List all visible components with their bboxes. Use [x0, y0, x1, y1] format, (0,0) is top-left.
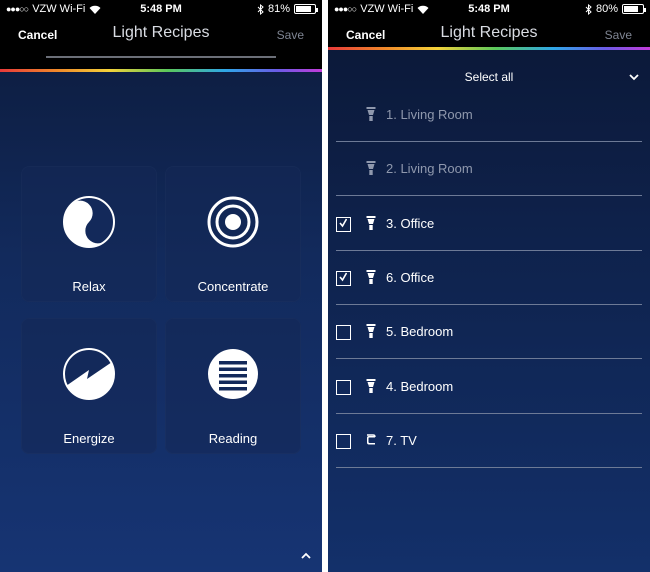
- signal-dots-icon: ●●●○○: [6, 4, 29, 14]
- horizontal-lines-icon: [208, 349, 258, 399]
- recipe-label: Relax: [72, 279, 106, 294]
- wifi-icon: [417, 5, 429, 14]
- recipe-label: Concentrate: [197, 279, 269, 294]
- bluetooth-icon: [257, 3, 264, 15]
- light-row[interactable]: 6. Office: [328, 251, 650, 305]
- status-bar: ●●●○○ VZW Wi-Fi 5:48 PM 81%: [0, 0, 322, 18]
- light-row[interactable]: 7. TV: [328, 414, 650, 468]
- recipe-tile-relax[interactable]: Relax: [21, 166, 157, 302]
- save-button[interactable]: Save: [277, 28, 304, 42]
- light-checkbox[interactable]: [336, 216, 351, 232]
- yin-yang-icon: [63, 196, 115, 248]
- light-recipes-screen: ●●●○○ VZW Wi-Fi 5:48 PM 81% Cancel Light…: [0, 0, 322, 572]
- rainbow-divider: [328, 47, 650, 50]
- battery-percent: 81%: [267, 3, 290, 15]
- light-name: 6. Office: [386, 269, 435, 285]
- recipe-label: Reading: [208, 431, 258, 446]
- battery-icon: [294, 4, 318, 14]
- recipe-label: Energize: [63, 431, 115, 446]
- light-row[interactable]: 5. Bedroom: [328, 305, 650, 360]
- recipe-tile-concentrate[interactable]: Concentrate: [165, 166, 301, 302]
- light-row[interactable]: 2. Living Room: [328, 142, 650, 197]
- light-name: 4. Bedroom: [386, 378, 454, 394]
- lightstrip-icon: [367, 434, 376, 445]
- chevron-up-icon[interactable]: [300, 550, 312, 562]
- bulb-icon: [366, 378, 376, 393]
- select-all-button[interactable]: Select all: [328, 70, 650, 84]
- row-divider: [336, 466, 642, 468]
- bulb-icon: [366, 161, 376, 176]
- light-checkbox[interactable]: [336, 270, 351, 286]
- carrier-info: ●●●○○ VZW Wi-Fi: [6, 3, 101, 15]
- status-bar: ●●●○○ VZW Wi-Fi 5:48 PM 80%: [328, 0, 650, 18]
- navigation-bar: Cancel Light Recipes Save: [328, 18, 650, 50]
- bulb-icon: [366, 324, 376, 339]
- save-button[interactable]: Save: [605, 28, 632, 42]
- light-name: 3. Office: [386, 215, 435, 231]
- light-name: 5. Bedroom: [386, 324, 454, 340]
- light-name: 2. Living Room: [386, 161, 473, 177]
- light-row[interactable]: 1. Living Room: [328, 88, 650, 142]
- light-row[interactable]: 3. Office: [328, 197, 650, 251]
- page-title: Light Recipes: [440, 24, 538, 41]
- bulb-icon: [366, 269, 376, 284]
- light-name: 7. TV: [386, 432, 417, 448]
- navigation-bar: Cancel Light Recipes Save: [0, 18, 322, 72]
- battery-percent: 80%: [595, 3, 618, 15]
- chevron-down-icon[interactable]: [628, 72, 640, 82]
- battery-icon: [622, 4, 646, 14]
- checkmark-icon: [339, 272, 347, 282]
- carrier-info: ●●●○○ VZW Wi-Fi: [334, 3, 429, 15]
- lightning-bolt-icon: [63, 348, 115, 400]
- recipe-tile-energize[interactable]: Energize: [21, 318, 157, 454]
- light-row[interactable]: 4. Bedroom: [328, 360, 650, 414]
- concentric-circles-icon: [207, 196, 259, 248]
- light-name: 1. Living Room: [386, 107, 473, 122]
- light-checkbox[interactable]: [336, 325, 351, 341]
- checkmark-icon: [339, 218, 347, 227]
- bulb-icon: [366, 215, 376, 230]
- signal-dots-icon: ●●●○○: [334, 4, 357, 14]
- title-underline: [46, 56, 276, 58]
- carrier-label: VZW Wi-Fi: [360, 3, 414, 15]
- carrier-label: VZW Wi-Fi: [32, 3, 86, 15]
- rainbow-divider: [0, 69, 322, 72]
- bulb-icon: [366, 107, 376, 121]
- light-checkbox[interactable]: [336, 433, 351, 449]
- recipe-tile-reading[interactable]: Reading: [165, 318, 301, 454]
- page-title: Light Recipes: [112, 24, 210, 41]
- wifi-icon: [89, 5, 101, 14]
- light-checkbox[interactable]: [336, 379, 351, 395]
- bluetooth-icon: [585, 3, 592, 15]
- light-selection-screen: ●●●○○ VZW Wi-Fi 5:48 PM 80% Cancel Light…: [328, 0, 650, 572]
